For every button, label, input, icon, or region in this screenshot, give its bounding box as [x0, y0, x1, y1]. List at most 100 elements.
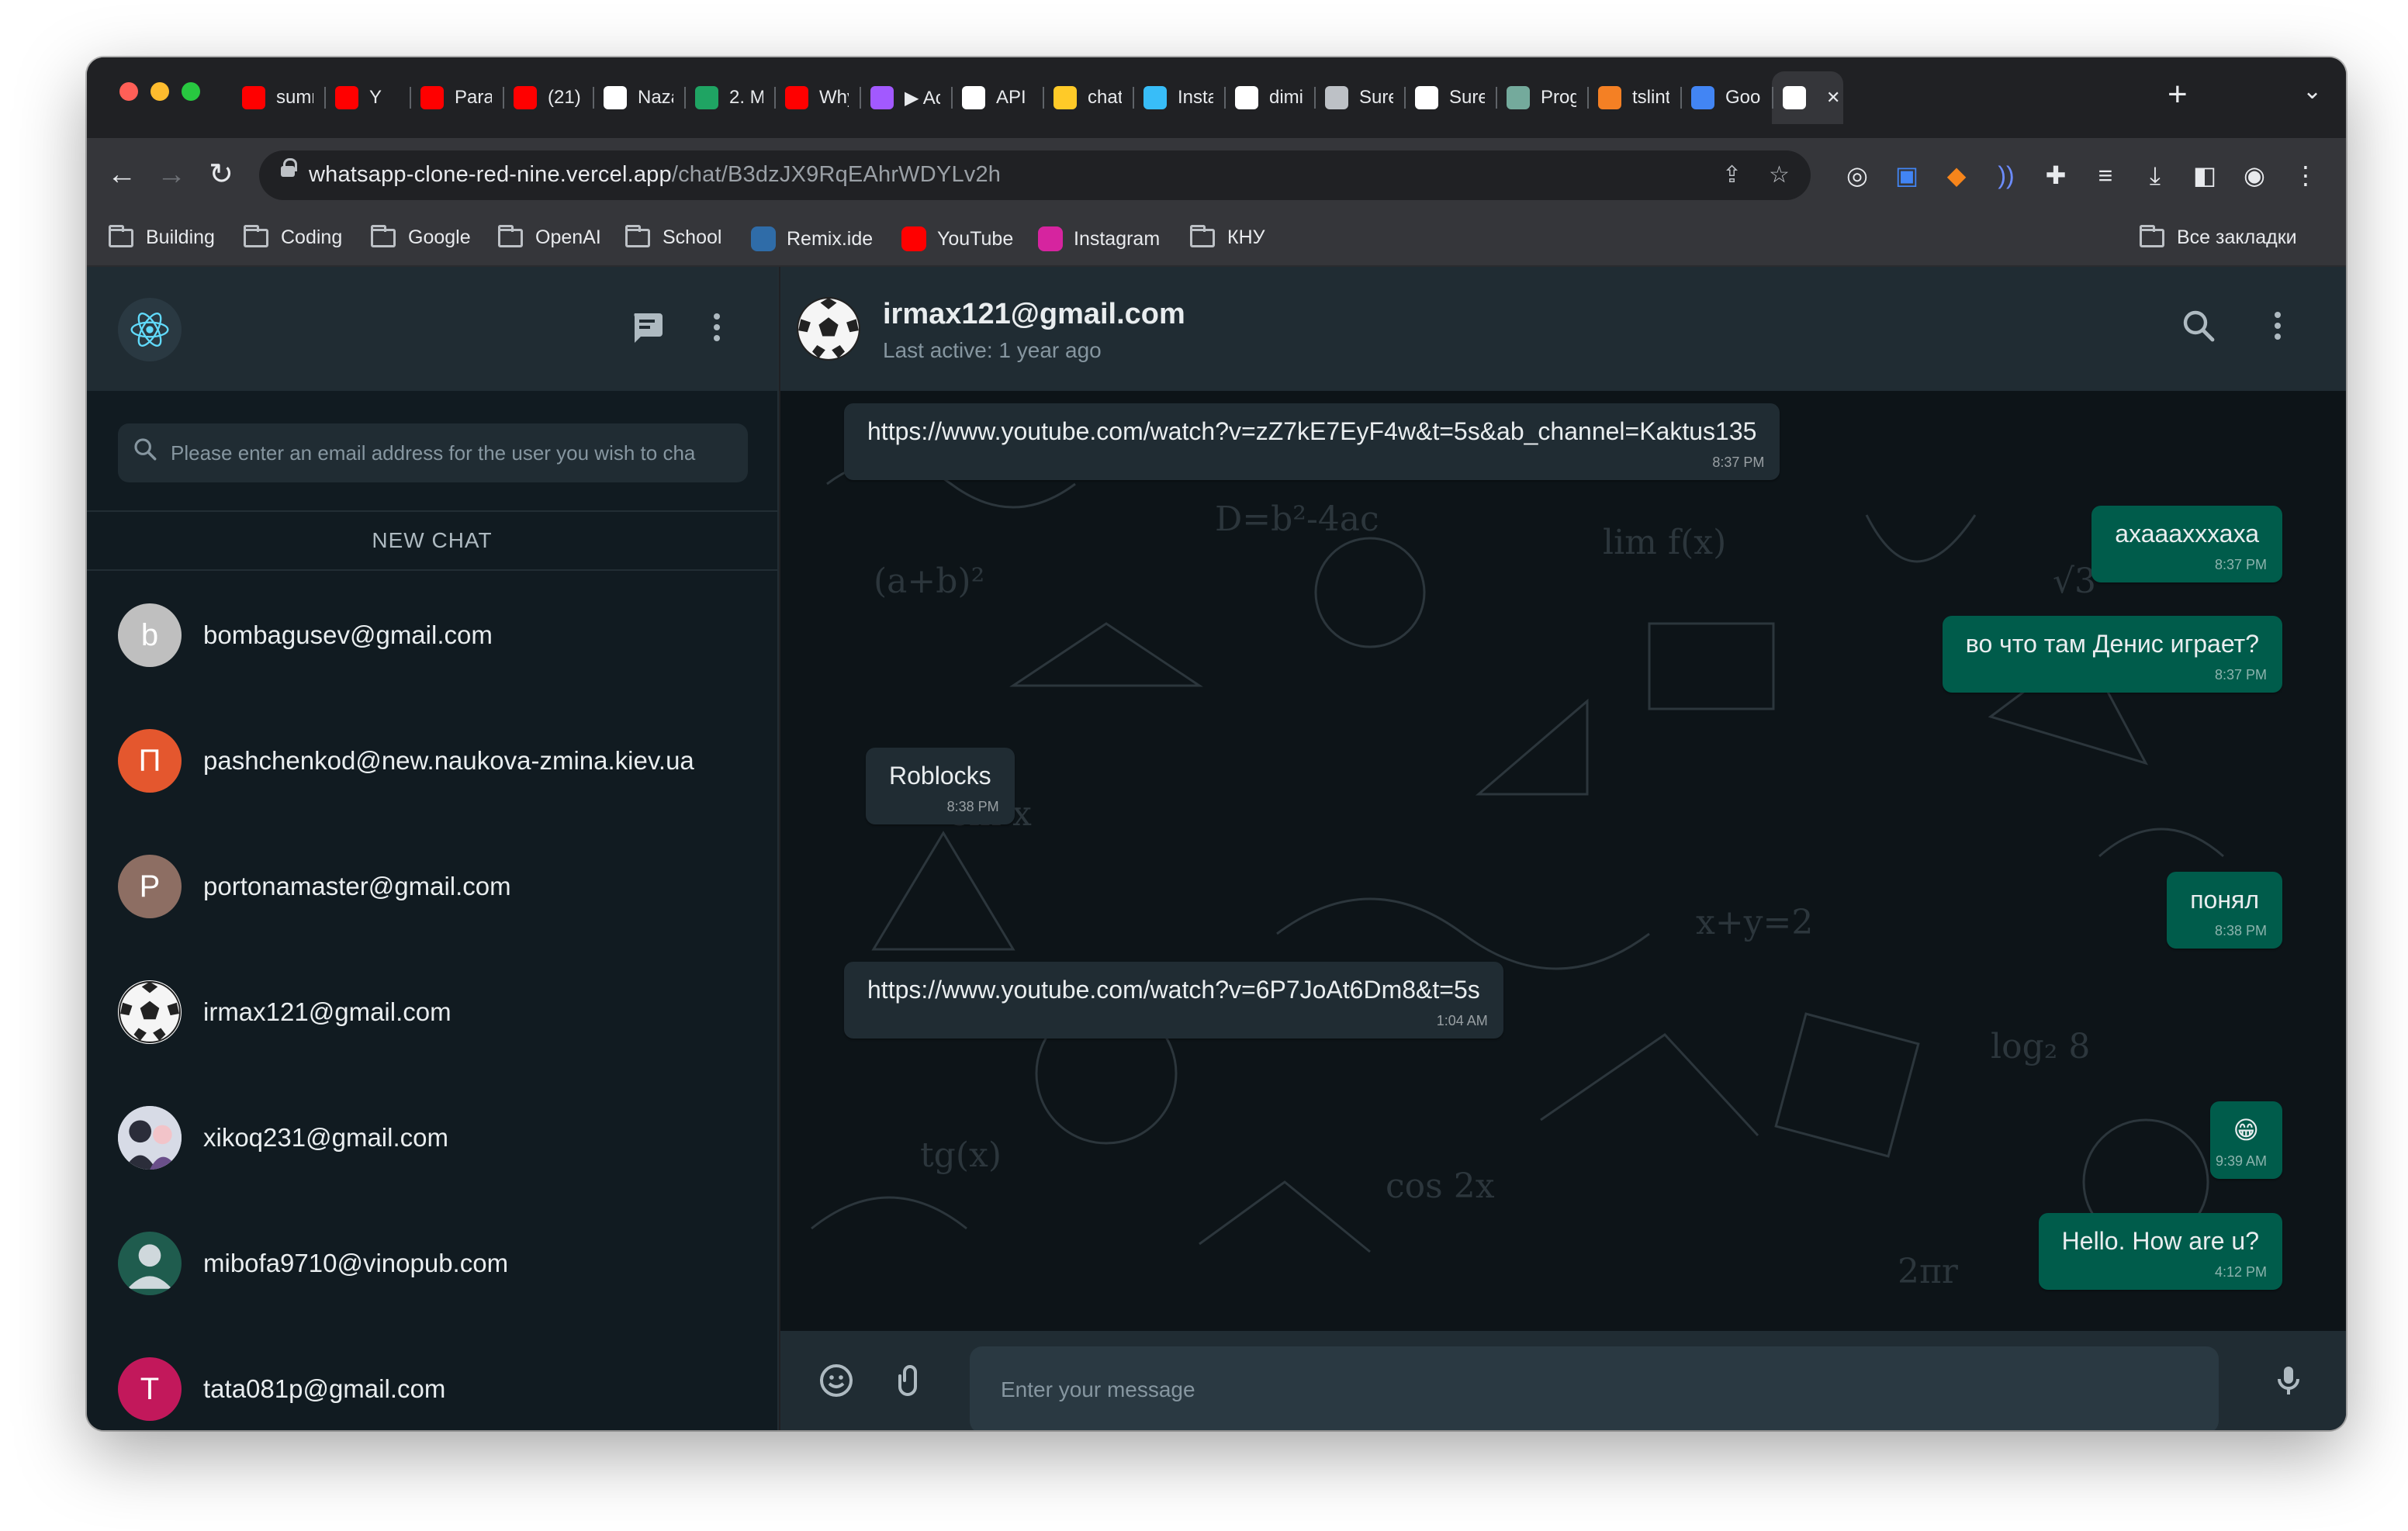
- browser-tab[interactable]: dimi: [1224, 71, 1314, 124]
- browser-tab[interactable]: Goog: [1680, 71, 1772, 124]
- browser-toolbar: ← → ↻ whatsapp-clone-red-nine.vercel.app…: [87, 138, 2346, 213]
- bookmark-label: OpenAI: [535, 226, 601, 248]
- search-section: [87, 391, 777, 512]
- chat-list-item[interactable]: Pportonamaster@gmail.com: [87, 824, 777, 949]
- google-translate-extension-icon[interactable]: ▣: [1891, 160, 1922, 191]
- new-chat-icon[interactable]: [628, 309, 666, 356]
- bookmark-remix-ide[interactable]: Remix.ide: [751, 226, 873, 251]
- tab-title: dimi: [1269, 87, 1303, 108]
- incoming-message[interactable]: https://www.youtube.com/watch?v=6P7JoAt6…: [844, 962, 1503, 1039]
- bookmark-instagram[interactable]: Instagram: [1038, 226, 1160, 251]
- search-box[interactable]: [118, 423, 748, 482]
- browser-tab[interactable]: chat: [1043, 71, 1133, 124]
- side-panel-icon[interactable]: ◧: [2189, 160, 2220, 191]
- chat-list-item[interactable]: mibofa9710@vinopub.com: [87, 1201, 777, 1326]
- extensions-puzzle-icon[interactable]: ✚: [2040, 160, 2071, 191]
- search-icon[interactable]: [2180, 307, 2217, 348]
- attachment-icon[interactable]: [892, 1362, 929, 1403]
- browser-tab[interactable]: sumr: [231, 71, 324, 124]
- instagram-icon: [1038, 226, 1063, 251]
- browser-tab[interactable]: Sure: [1314, 71, 1404, 124]
- bookmark-youtube[interactable]: YouTube: [901, 226, 1013, 251]
- bookmark-coding[interactable]: Coding: [244, 224, 342, 249]
- tab-title: sumr: [276, 87, 313, 108]
- outgoing-message[interactable]: понял 8:38 PM: [2167, 872, 2282, 949]
- new-tab-button[interactable]: +: [2168, 78, 2188, 112]
- browser-tab[interactable]: 2. M: [684, 71, 774, 124]
- incoming-message[interactable]: https://www.youtube.com/watch?v=zZ7kE7Ey…: [844, 403, 1780, 480]
- bookmark-openai[interactable]: OpenAI: [498, 224, 601, 249]
- browser-tab[interactable]: Sure: [1404, 71, 1496, 124]
- incoming-message[interactable]: Roblocks 8:38 PM: [866, 748, 1015, 824]
- chat-list-item[interactable]: Пpashchenkod@new.naukova-zmina.kiev.ua: [87, 698, 777, 824]
- svg-text:√3: √3: [2053, 562, 2096, 601]
- tab-title: Sure: [1449, 87, 1485, 108]
- outgoing-message[interactable]: ахааахххаха 8:37 PM: [2091, 506, 2282, 582]
- bookmark-label: School: [663, 226, 722, 248]
- share-icon[interactable]: ⇪: [1722, 161, 1742, 188]
- browser-tab[interactable]: Y: [324, 71, 410, 124]
- outgoing-message[interactable]: Hello. How are u? 4:12 PM: [2038, 1213, 2282, 1290]
- soccer-ball-avatar[interactable]: [796, 296, 861, 361]
- chat-list-item[interactable]: irmax121@gmail.com: [87, 949, 777, 1075]
- reading-list-icon[interactable]: ≡: [2090, 160, 2121, 191]
- reload-icon[interactable]: ↻: [202, 155, 240, 194]
- message-composer: [780, 1331, 2346, 1430]
- browser-tab[interactable]: (✕: [1772, 71, 1843, 124]
- forward-icon[interactable]: →: [152, 155, 191, 194]
- outgoing-message[interactable]: 😁 9:39 AM: [2209, 1101, 2282, 1179]
- browser-menu-icon[interactable]: ⋮: [2290, 160, 2321, 191]
- metamask-extension-icon[interactable]: ◆: [1941, 160, 1972, 191]
- browser-tab[interactable]: API k: [951, 71, 1043, 124]
- extension-target-icon[interactable]: ◎: [1842, 160, 1873, 191]
- lock-icon[interactable]: [281, 158, 297, 177]
- bookmark-google[interactable]: Google: [371, 224, 471, 249]
- address-bar[interactable]: whatsapp-clone-red-nine.vercel.app/chat/…: [259, 150, 1811, 200]
- search-icon: [134, 438, 157, 461]
- emoji-icon[interactable]: [818, 1362, 855, 1403]
- back-icon[interactable]: ←: [102, 155, 141, 194]
- url-text[interactable]: whatsapp-clone-red-nine.vercel.app/chat/…: [309, 162, 1001, 188]
- browser-tab[interactable]: ▶ Ac: [860, 71, 951, 124]
- contact-name: irmax121@gmail.com: [883, 298, 1185, 330]
- github-icon: [604, 86, 627, 109]
- close-window-button[interactable]: [119, 82, 138, 101]
- browser-tab[interactable]: Why: [774, 71, 860, 124]
- chat-list-item[interactable]: xikoq231@gmail.com: [87, 1075, 777, 1201]
- close-tab-icon[interactable]: ✕: [1826, 88, 1840, 108]
- bookmark-school[interactable]: School: [625, 224, 722, 249]
- browser-tab[interactable]: Paral: [410, 71, 503, 124]
- browser-tab[interactable]: Prog: [1496, 71, 1587, 124]
- browser-tab[interactable]: tslint: [1587, 71, 1680, 124]
- voice-extension-icon[interactable]: )): [1991, 160, 2022, 191]
- message-input[interactable]: [970, 1346, 2219, 1430]
- all-bookmarks-label: Все закладки: [2177, 226, 2297, 248]
- bookmark-building[interactable]: Building: [109, 224, 215, 249]
- message-area[interactable]: (a+b)² D=b²-4ac sin x lim f(x) √3 tg(x) …: [780, 391, 2346, 1331]
- new-chat-button[interactable]: NEW CHAT: [87, 512, 777, 571]
- browser-tab[interactable]: Insta: [1133, 71, 1224, 124]
- google-drive-icon: [695, 86, 718, 109]
- message-text: Hello. How are u?: [2061, 1227, 2259, 1255]
- chat-list-item[interactable]: b bombagusev@gmail.com: [87, 572, 777, 698]
- outgoing-message[interactable]: во что там Денис играет? 8:37 PM: [1942, 616, 2282, 693]
- downloads-icon[interactable]: ⤓: [2140, 160, 2171, 191]
- search-input[interactable]: [171, 423, 737, 482]
- bookmark-star-icon[interactable]: ☆: [1769, 161, 1790, 188]
- microphone-icon[interactable]: [2270, 1362, 2307, 1403]
- profile-avatar-icon[interactable]: ◉: [2239, 160, 2270, 191]
- all-bookmarks-folder[interactable]: Все закладки: [2140, 224, 2297, 249]
- browser-tab[interactable]: Naza: [593, 71, 684, 124]
- bookmark-item[interactable]: КНУ: [1190, 224, 1265, 249]
- chat-list-item[interactable]: Ttata081p@gmail.com: [87, 1326, 777, 1430]
- conversation-menu-icon[interactable]: [2264, 307, 2292, 348]
- react-logo-icon[interactable]: [118, 298, 182, 361]
- maximize-window-button[interactable]: [182, 82, 200, 101]
- browser-tab[interactable]: (21): [503, 71, 593, 124]
- tab-search-icon[interactable]: ⌄: [2302, 78, 2322, 105]
- message-time: 8:37 PM: [2214, 667, 2267, 683]
- message-text: Roblocks: [889, 762, 991, 790]
- sidebar-menu-icon[interactable]: [703, 309, 731, 356]
- minimize-window-button[interactable]: [150, 82, 169, 101]
- sidebar-header: [87, 267, 777, 391]
